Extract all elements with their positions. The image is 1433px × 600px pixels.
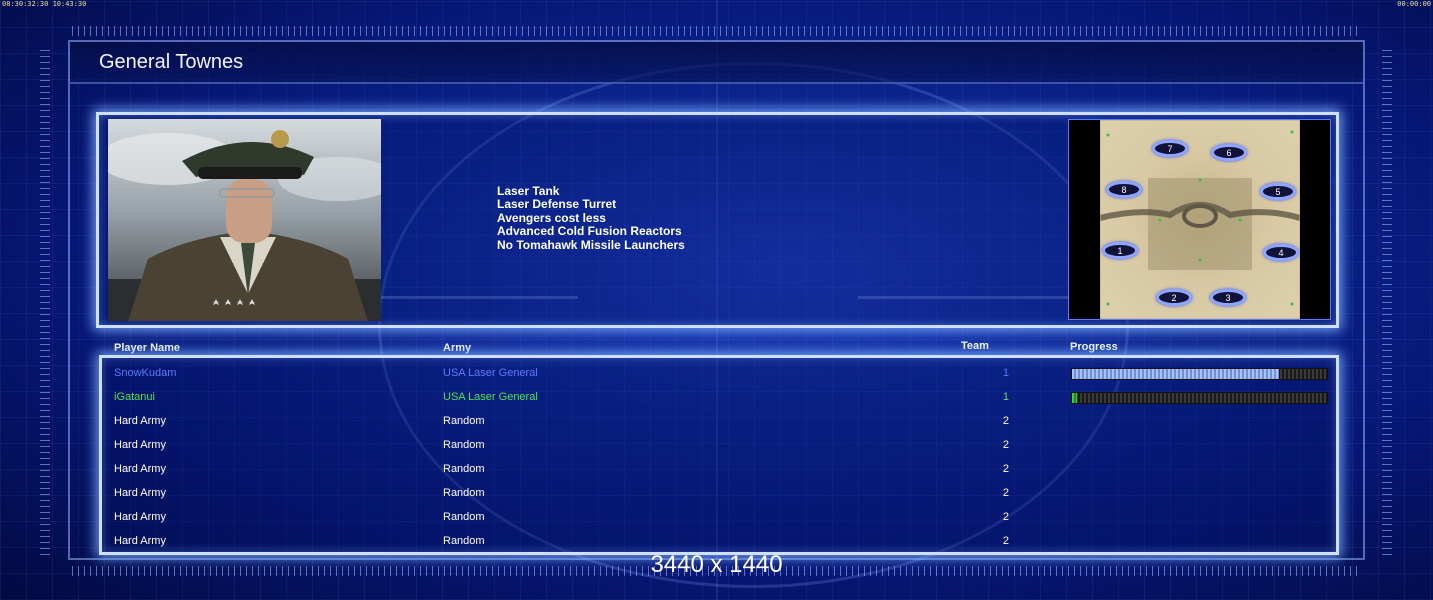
map-terrain: 7 6 8 5 1 4 2 3 — [1100, 120, 1300, 319]
player-team: 2 — [1002, 439, 1009, 451]
player-army: Random — [443, 487, 485, 499]
header-player-name: Player Name — [114, 342, 181, 354]
player-team: 2 — [1002, 511, 1009, 523]
player-name: SnowKudam — [114, 367, 177, 379]
header-army: Army — [443, 342, 472, 354]
player-army: USA Laser General — [443, 391, 538, 403]
start-position-4[interactable]: 4 — [1263, 244, 1299, 261]
table-row[interactable]: SnowKudam USA Laser General 1 — [0, 366, 1433, 390]
resolution-label: 3440 x 1440 — [650, 551, 783, 578]
player-army: Random — [443, 439, 485, 451]
player-name: Hard Army — [114, 535, 166, 547]
feature-item: Laser Tank — [497, 184, 560, 198]
progress-bar — [1071, 392, 1328, 404]
player-team: 2 — [1002, 415, 1009, 427]
feature-item: No Tomahawk Missile Launchers — [497, 237, 685, 252]
player-name: iGatanui — [114, 391, 155, 403]
start-position-5[interactable]: 5 — [1260, 183, 1296, 200]
start-position-8[interactable]: 8 — [1106, 181, 1142, 198]
player-army: Random — [443, 415, 485, 427]
top-ruler — [72, 26, 1362, 36]
player-team: 2 — [1002, 487, 1009, 499]
start-position-1[interactable]: 1 — [1102, 242, 1138, 259]
feature-item: Advanced Cold Fusion Reactors — [497, 224, 682, 239]
start-position-7[interactable]: 7 — [1152, 140, 1188, 157]
timecode-right: 00:00:00 — [1397, 0, 1431, 8]
general-portrait — [108, 119, 381, 321]
player-name: Hard Army — [114, 463, 166, 475]
start-position-6[interactable]: 6 — [1211, 144, 1247, 161]
player-army: Random — [443, 463, 485, 475]
player-name: Hard Army — [114, 439, 166, 451]
progress-fill — [1072, 393, 1078, 403]
table-row[interactable]: Hard Army Random 2 — [0, 462, 1433, 486]
player-team: 1 — [1002, 391, 1009, 403]
header-team: Team — [961, 340, 989, 352]
player-team: 2 — [1002, 535, 1009, 547]
map-preview: 7 6 8 5 1 4 2 3 — [1068, 119, 1331, 320]
table-row[interactable]: Hard Army Random 2 — [0, 414, 1433, 438]
feature-item: Laser Defense Turret — [497, 197, 617, 212]
progress-bar — [1071, 368, 1328, 380]
table-row[interactable]: Hard Army Random 2 — [0, 486, 1433, 510]
start-position-3[interactable]: 3 — [1210, 289, 1246, 306]
general-features-list: Laser Tank Laser Defense Turret Avengers… — [497, 184, 685, 252]
player-team: 2 — [1002, 463, 1009, 475]
player-name: Hard Army — [114, 415, 166, 427]
feature-item: Avengers cost less — [497, 210, 606, 225]
player-army: Random — [443, 511, 485, 523]
page-title: General Townes — [99, 51, 244, 73]
progress-fill — [1072, 369, 1279, 379]
title-bar — [70, 42, 1363, 84]
player-name: Hard Army — [114, 487, 166, 499]
player-army: Random — [443, 535, 485, 547]
start-position-2[interactable]: 2 — [1156, 289, 1192, 306]
player-name: Hard Army — [114, 511, 166, 523]
timecode-left: 08:30:32:30 10:43:30 — [2, 0, 87, 8]
player-team: 1 — [1002, 367, 1009, 379]
table-row[interactable]: Hard Army Random 2 — [0, 438, 1433, 462]
player-army: USA Laser General — [443, 367, 538, 379]
header-progress: Progress — [1070, 341, 1118, 353]
table-row[interactable]: iGatanui USA Laser General 1 — [0, 390, 1433, 414]
table-row[interactable]: Hard Army Random 2 — [0, 510, 1433, 534]
